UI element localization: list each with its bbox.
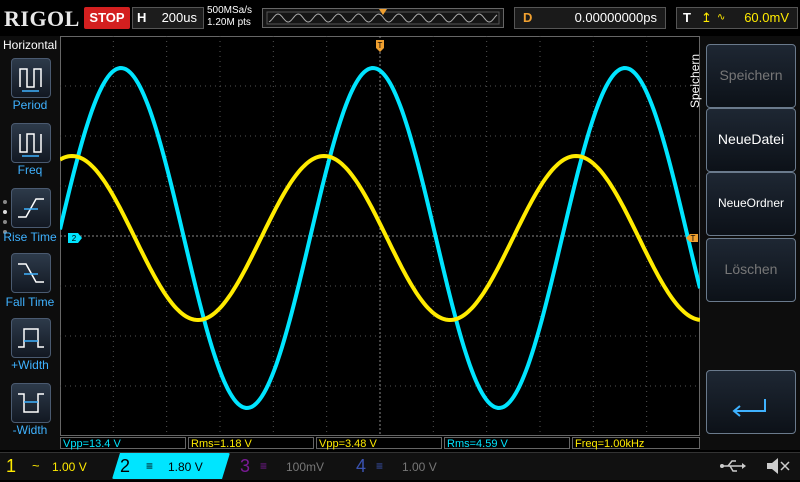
return-icon [732, 399, 766, 417]
period-label: Period [12, 98, 48, 112]
run-stop-indicator[interactable]: STOP [84, 7, 130, 29]
memory-waveform-overview [266, 9, 500, 25]
negative-width-label: -Width [12, 423, 48, 437]
channel-1-coupling-icon: ~ [32, 458, 40, 473]
delay-display[interactable]: D 0.00000000ps [514, 7, 666, 29]
acquisition-info: 500MSa/s 1.20M pts [207, 5, 267, 31]
rise-time-label: Rise Time [3, 230, 57, 244]
page-dot [3, 220, 7, 224]
frequency-icon [19, 133, 42, 157]
rise-time-icon [18, 198, 44, 218]
menu-title-vertical: Speichern [688, 44, 702, 108]
timebase-value: 200us [161, 10, 197, 25]
channel-3-number: 3 [240, 456, 251, 476]
usb-icon [718, 455, 748, 477]
measurement-ch1-freq[interactable]: Freq=1.00kHz [572, 437, 700, 450]
memory-depth: 1.20M pts [207, 17, 251, 28]
frequency-button[interactable] [11, 123, 51, 163]
memory-position-bar[interactable] [262, 8, 504, 28]
brand-logo: RIGOL [4, 6, 80, 31]
menu-title: Speichern [688, 53, 702, 108]
channel-4-number: 4 [356, 456, 367, 476]
measurement-ch2-vpp[interactable]: Vpp=13.4 V [60, 437, 186, 450]
measurement-ch2-rms[interactable]: Rms=4.59 V [444, 437, 570, 450]
trigger-key: T [683, 10, 691, 25]
softkey-new-file[interactable]: NeueDatei [706, 108, 796, 172]
trigger-level: 60.0mV [744, 10, 789, 25]
channel-4-coupling-icon: ≡ [376, 459, 384, 473]
negative-width-button[interactable] [11, 383, 51, 423]
positive-width-label: +Width [11, 358, 49, 372]
softkey-return[interactable] [706, 370, 796, 434]
svg-text:2: 2 [72, 234, 77, 243]
page-dot [3, 200, 7, 204]
period-icon [19, 68, 42, 92]
delay-value: 0.00000000ps [574, 10, 657, 25]
channel-1-number: 1 [6, 456, 17, 476]
rise-time-button[interactable] [11, 188, 51, 228]
channel-4-scale: 1.00 V [402, 460, 437, 474]
sound-muted-icon[interactable] [764, 455, 792, 477]
horizontal-key: H [137, 10, 147, 25]
channel-2-coupling-icon: ≡ [146, 459, 154, 473]
channel-3-coupling-icon: ≡ [260, 459, 268, 473]
signal-icon: ∿ [717, 12, 726, 23]
positive-width-button[interactable] [11, 318, 51, 358]
svg-text:T: T [691, 234, 696, 243]
sample-rate: 500MSa/s [207, 5, 253, 16]
menu-title: Horizontal [2, 38, 58, 52]
svg-text:T: T [378, 41, 383, 50]
channel-2-scale: 1.80 V [168, 460, 203, 474]
fall-time-button[interactable] [11, 253, 51, 293]
fall-time-icon [18, 263, 44, 283]
measurement-ch1-rms[interactable]: Rms=1.18 V [188, 437, 314, 450]
channel-3-scale: 100mV [286, 460, 325, 474]
channel-2-number: 2 [120, 456, 131, 476]
positive-width-icon [18, 328, 44, 348]
softkey-new-folder[interactable]: NeueOrdner [706, 172, 796, 236]
horizontal-timebase[interactable]: H 200us [132, 7, 204, 29]
period-button[interactable] [11, 58, 51, 98]
trigger-display[interactable]: T ↥ ∿ 60.0mV [676, 7, 798, 29]
softkey-delete[interactable]: Löschen [706, 238, 796, 302]
channel-1-scale: 1.00 V [52, 460, 87, 474]
softkey-save[interactable]: Speichern [706, 44, 796, 108]
delay-key: D [523, 10, 533, 25]
waveform-display[interactable]: T 2 T [58, 36, 702, 436]
measurement-ch1-vpp[interactable]: Vpp=3.48 V [316, 437, 442, 450]
waveform-grid: T 2 T [58, 36, 702, 436]
fall-time-label: Fall Time [5, 295, 55, 309]
rising-edge-icon: ↥ [701, 10, 712, 25]
negative-width-icon [18, 393, 44, 413]
page-dot-active [3, 210, 7, 214]
frequency-label: Freq [17, 163, 43, 177]
